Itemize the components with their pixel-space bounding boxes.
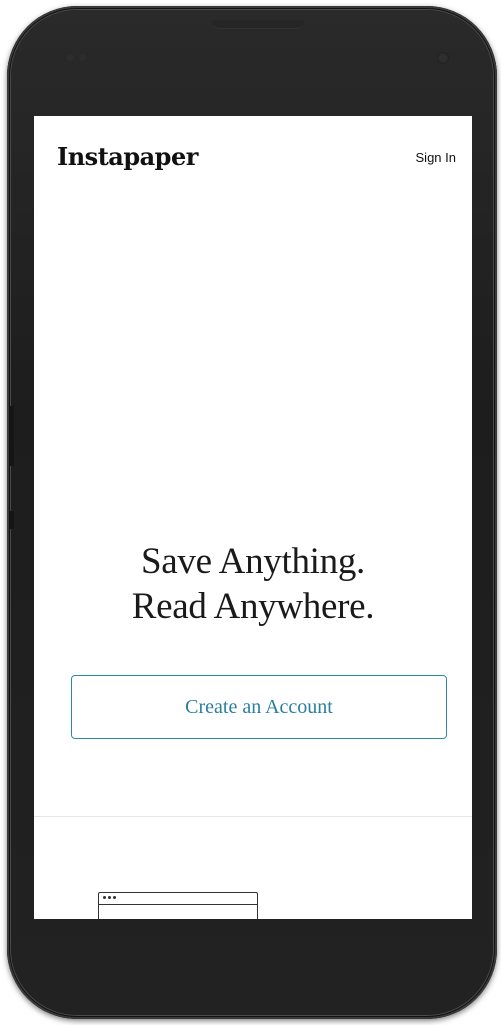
instapaper-logo[interactable]: Instapaper [57,142,198,171]
front-camera-icon [437,52,449,64]
power-button [10,511,14,529]
phone-screen: Instapaper Sign In Save Anything. Read A… [34,116,472,919]
hero-line-2: Read Anywhere. [131,586,375,627]
earpiece-speaker [212,20,304,29]
proximity-sensor [67,54,97,64]
top-bar: Instapaper Sign In [34,116,472,200]
page: Instapaper Sign In Save Anything. Read A… [0,0,501,1025]
hero-headline: Save Anything. Read Anywhere. [34,539,472,629]
browser-titlebar [99,893,257,905]
create-account-button[interactable]: Create an Account [71,675,447,739]
sign-in-link[interactable]: Sign In [416,150,456,165]
hero-line-1: Save Anything. [141,541,365,582]
browser-window-icon [98,892,258,919]
section-divider [34,816,472,817]
volume-button [10,406,14,466]
